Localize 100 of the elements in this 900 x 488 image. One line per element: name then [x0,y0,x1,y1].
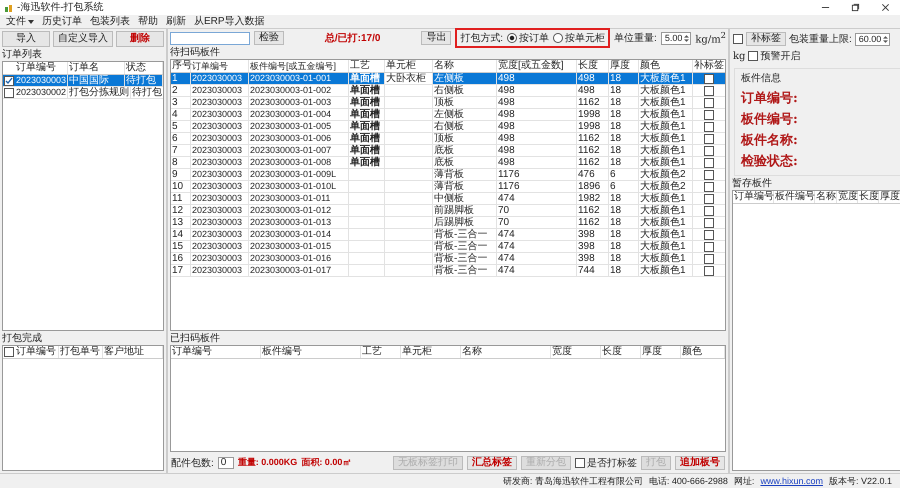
part-row[interactable]: 9 2023030003 2023030003-01-009L 薄背板 1176 476 6 大板颜色2 [171,169,725,181]
checkbox[interactable] [704,146,714,156]
part-row[interactable]: 5 2023030003 2023030003-01-005 单面槽 右侧板 498 1998 18 大板颜色1 [171,121,725,133]
table-cell: 单面槽 [350,73,380,84]
part-row[interactable]: 8 2023030003 2023030003-01-008 单面槽 底板 498 1162 18 大板颜色1 [171,157,725,169]
checkbox[interactable] [4,347,14,357]
checkbox[interactable] [704,98,714,108]
checkbox[interactable] [704,230,714,240]
order-row[interactable]: 2023030003 中国国际 待打包 [3,75,163,87]
toolbar-button[interactable]: 自定义导入 [53,31,113,47]
part-row[interactable]: 3 2023030003 2023030003-01-003 单面槽 顶板 498 1162 18 大板颜色1 [171,97,725,109]
menu-item[interactable]: 从ERP导入数据 [194,16,265,28]
checkbox[interactable] [704,182,714,192]
checkbox[interactable] [733,34,743,44]
column-header: 订单编号 [733,191,774,203]
table-cell: 2023030003-01-009L [250,169,336,180]
table-cell: 1 [172,73,178,84]
checkbox[interactable] [704,86,714,96]
table-cell: 1162 [578,145,600,156]
part-row[interactable]: 6 2023030003 2023030003-01-006 单面槽 顶板 498 1162 18 大板颜色1 [171,133,725,145]
info-label: 检验状态: [741,154,798,169]
checkbox[interactable] [704,170,714,180]
count-input-field[interactable]: 0 [218,456,234,468]
part-row[interactable]: 16 2023030003 2023030003-01-016 背板-三合一 474 398 18 大板颜色1 [171,253,725,265]
table-cell: 2023030003 [192,73,242,84]
table-cell: 顶板 [434,133,454,144]
table-cell: 中侧板 [434,193,464,204]
relabel-button[interactable]: 补标签 [746,32,786,46]
table-cell: 大板颜色1 [640,121,686,132]
part-row[interactable]: 10 2023030003 2023030003-01-010L 薄背板 1176 1896 6 大板颜色2 [171,181,725,193]
info-label: 订单编号: [741,91,798,106]
part-row[interactable]: 14 2023030003 2023030003-01-014 背板-三合一 474 398 18 大板颜色1 [171,229,725,241]
toolbar-button[interactable]: 导入 [2,31,50,47]
caret-icon [28,20,34,24]
part-row[interactable]: 11 2023030003 2023030003-01-011 中侧板 474 1982 18 大板颜色1 [171,193,725,205]
part-row[interactable]: 15 2023030003 2023030003-01-015 背板-三合一 474 398 18 大板颜色1 [171,241,725,253]
part-row[interactable]: 1 2023030003 2023030003-01-001 单面槽 大卧衣柜 左侧板 498 498 18 大板颜色1 [171,73,725,85]
label-checkbox[interactable]: 是否打标签 [575,456,637,470]
radio-option[interactable]: 按单元柜 [553,31,606,45]
column-header: 工艺 [349,60,385,72]
part-row[interactable]: 17 2023030003 2023030003-01-017 背板-三合一 474 744 18 大板颜色1 [171,265,725,277]
table-cell: 2023030003-01-002 [250,85,332,96]
action-button[interactable]: 汇总标签 [467,456,517,470]
toolbar-button[interactable]: 删除 [116,31,164,47]
table-cell: 底板 [434,157,454,168]
table-cell: 12 [172,205,184,216]
table-cell: 7 [172,145,178,156]
table-cell: 2023030003 [192,217,242,228]
table-cell: 大板颜色1 [640,205,686,216]
alert-checkbox[interactable]: 预警开启 [748,49,800,63]
checkbox[interactable] [704,158,714,168]
part-row[interactable]: 4 2023030003 2023030003-01-004 单面槽 左侧板 498 1998 18 大板颜色1 [171,109,725,121]
checkbox[interactable] [704,194,714,204]
checkbox[interactable] [704,218,714,228]
check-button[interactable]: 检验 [254,31,284,45]
checkbox[interactable] [4,88,14,98]
checkbox[interactable] [704,74,714,84]
part-row[interactable]: 7 2023030003 2023030003-01-007 单面槽 底板 498 1162 18 大板颜色1 [171,145,725,157]
action-button[interactable]: 追加板号 [675,456,725,470]
radio-option[interactable]: 按订单 [507,31,550,45]
table-cell: 背板-三合一 [434,229,488,240]
website-link[interactable]: www.hixun.com [760,476,823,486]
table-cell: 11 [172,193,182,204]
weight-limit-spinner[interactable]: 60.00 [854,32,890,46]
checkbox[interactable] [704,122,714,132]
checkbox[interactable] [704,110,714,120]
table-cell: 单面槽 [350,145,380,156]
table-cell: 2023030003 [192,265,242,276]
checkbox[interactable] [4,76,14,86]
table-cell: 2023030003 [192,241,242,252]
part-row[interactable]: 13 2023030003 2023030003-01-013 后踢脚板 70 1162 18 大板颜色1 [171,217,725,229]
column-header: 打包单号 [59,346,103,358]
count-text: 总/已打:17/0 [324,32,380,45]
checkbox[interactable] [704,206,714,216]
weight-spinner[interactable]: 5.00 [660,32,692,44]
table-cell: 18 [610,205,622,216]
section-title: 打包完成 [1,333,42,345]
checkbox[interactable] [704,254,714,264]
table-cell: 2023030003-01-015 [250,241,332,252]
menu-item[interactable]: 包装列表 [90,16,130,28]
checkbox[interactable] [704,266,714,276]
part-row[interactable]: 12 2023030003 2023030003-01-012 前踢脚板 70 1162 18 大板颜色1 [171,205,725,217]
table-cell: 2023030003 [192,229,242,240]
checkbox[interactable] [704,134,714,144]
table-cell: 待打包 [125,75,163,86]
table-cell: 大板颜色1 [640,73,686,84]
menu-item[interactable]: 刷新 [166,16,186,28]
checkbox[interactable] [704,242,714,252]
export-button[interactable]: 导出 [421,31,452,45]
table-cell: 498 [498,121,515,132]
table-cell: 2023030003 [192,121,242,132]
menu-item[interactable]: 历史订单 [42,16,82,28]
menu-item[interactable]: 文件 [6,16,34,28]
order-row[interactable]: 2023030002 打包分拣规则 待打包 [3,87,163,99]
menu-item[interactable]: 帮助 [138,16,158,28]
table-cell: 498 [498,145,515,156]
part-row[interactable]: 2 2023030003 2023030003-01-002 单面槽 右侧板 498 498 18 大板颜色1 [171,85,725,97]
table-cell: 单面槽 [350,85,380,96]
scan-input-field[interactable] [170,32,250,44]
field-label: 单位重量: [614,32,657,45]
